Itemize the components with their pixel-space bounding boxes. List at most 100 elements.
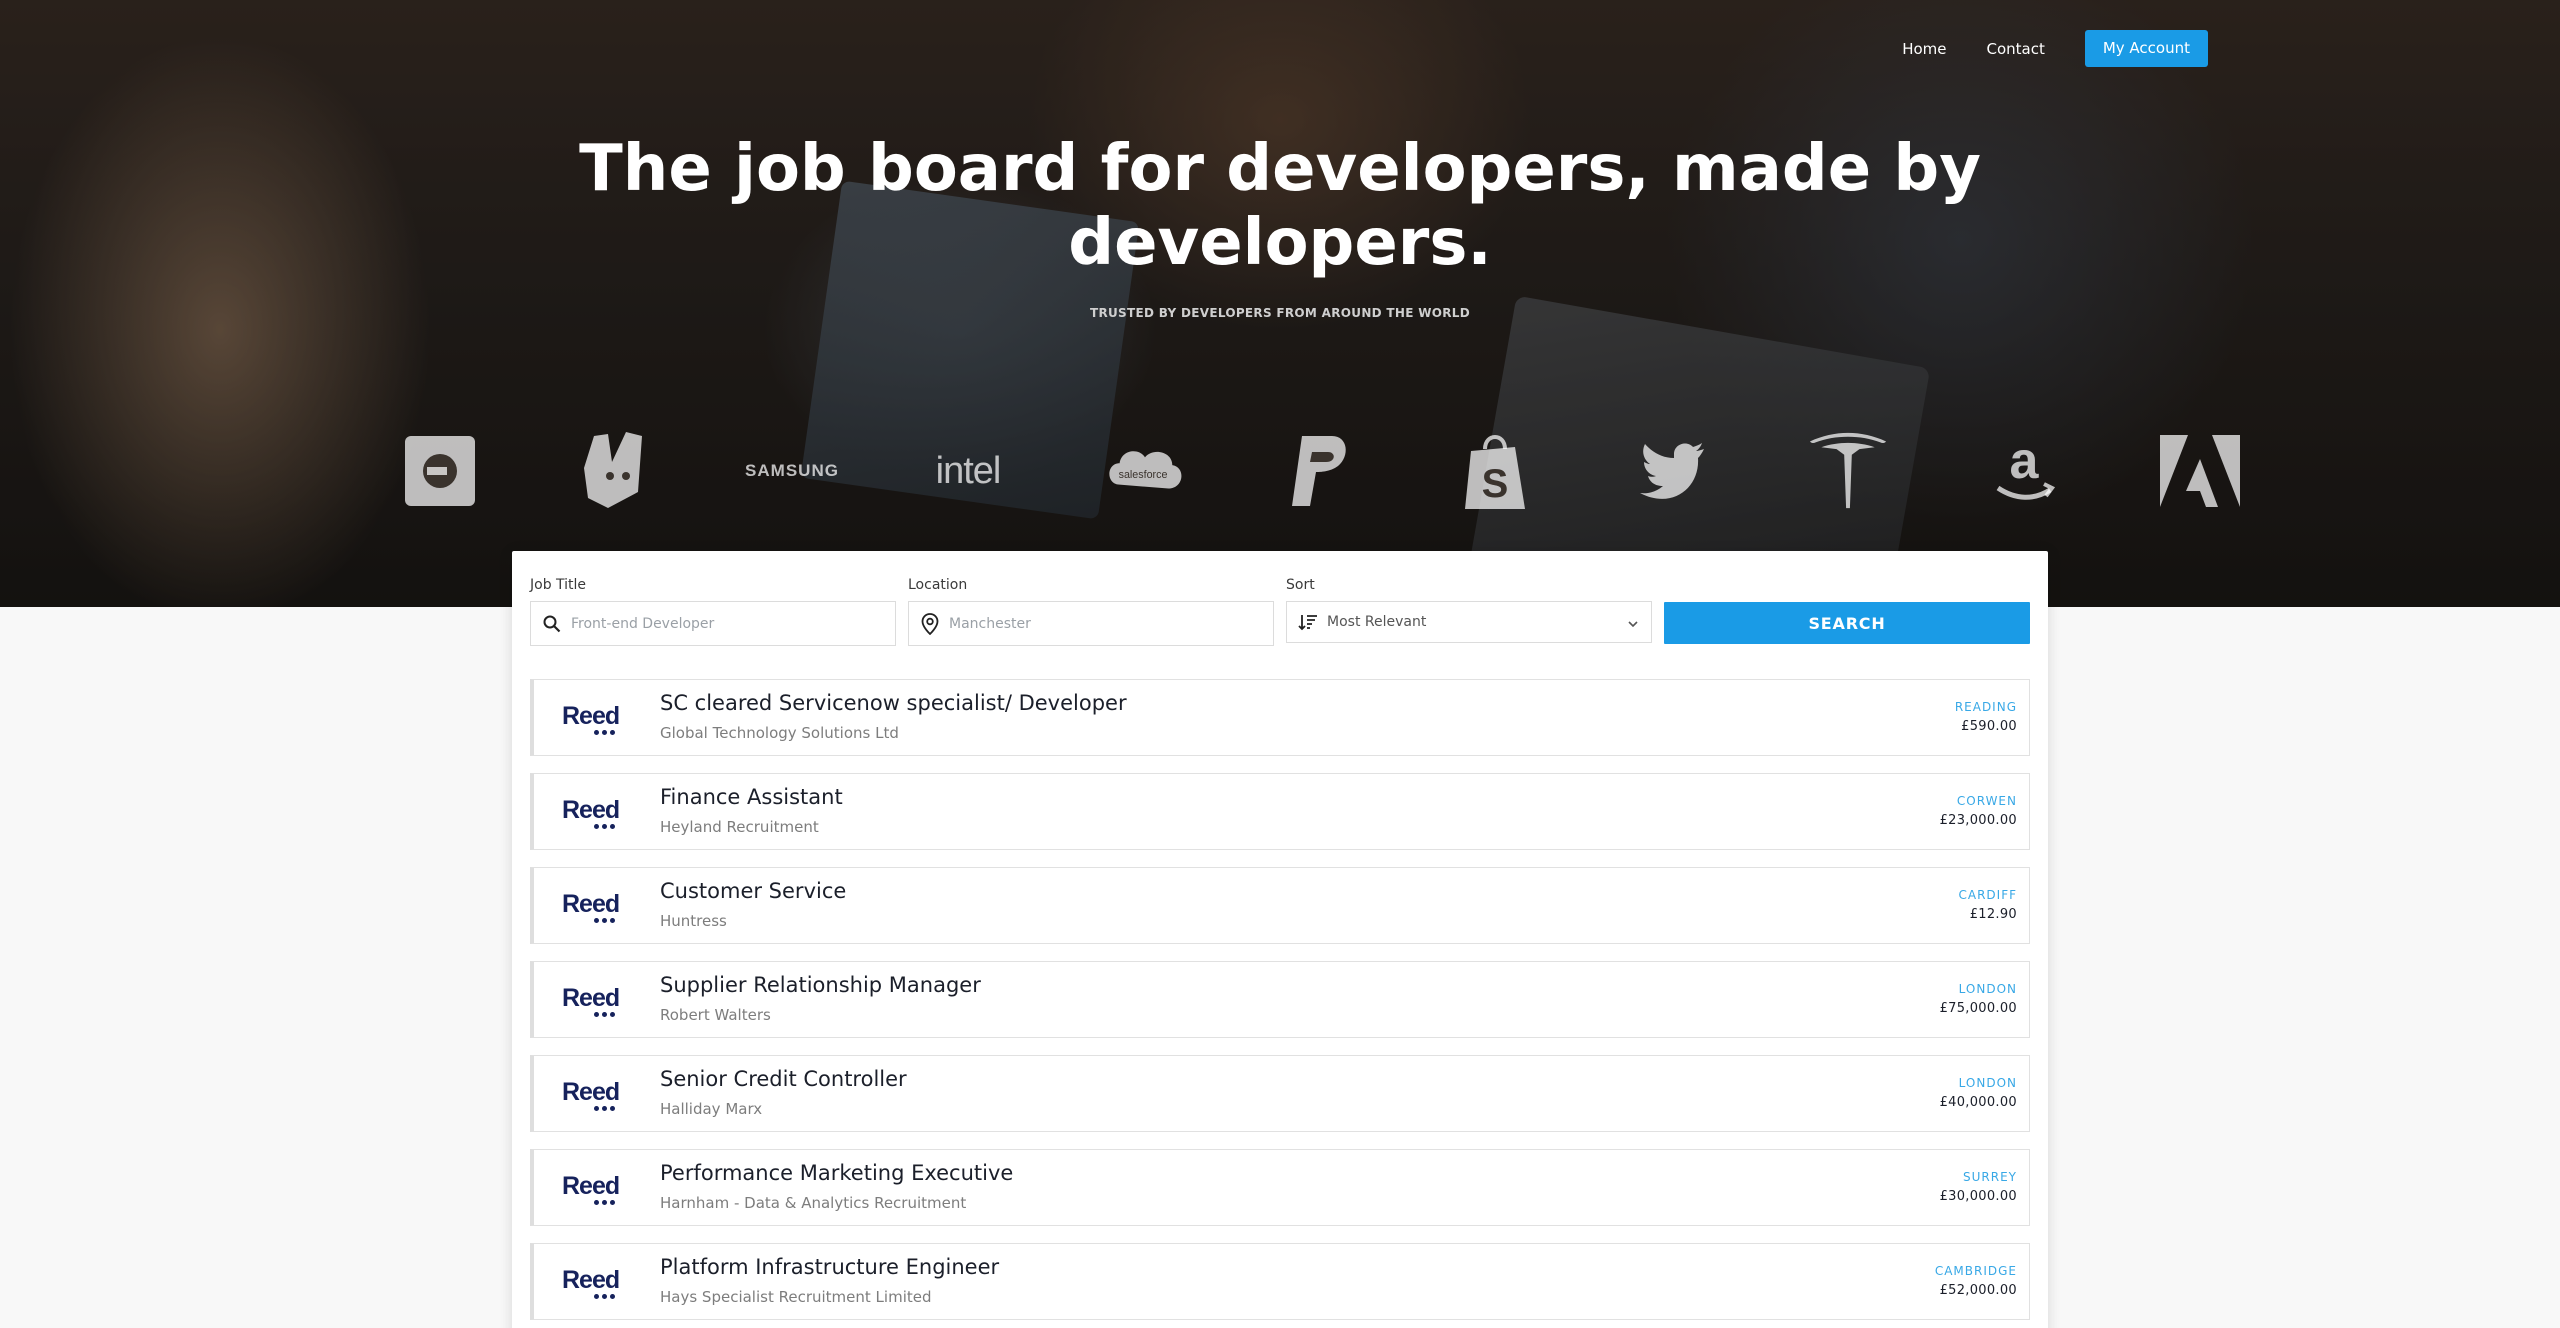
location-label: Location: [908, 577, 968, 593]
job-listing[interactable]: Reed Performance Marketing Executive Har…: [530, 1149, 2030, 1226]
reed-logo-dots: [594, 1200, 622, 1205]
reed-logo-icon: Reed: [562, 1080, 622, 1114]
sort-icon: [1297, 611, 1319, 633]
reed-logo-text: Reed: [562, 890, 620, 918]
job-title[interactable]: Platform Infrastructure Engineer: [660, 1255, 999, 1279]
location-field: Location Manchester: [908, 577, 1274, 646]
sort-select[interactable]: Most Relevant: [1286, 601, 1652, 643]
hero-title-line: The job board for developers, made by: [579, 132, 1981, 206]
reed-logo-icon: Reed: [562, 1174, 622, 1208]
job-location: CARDIFF: [1958, 888, 2017, 902]
chevron-down-icon: [1627, 613, 1639, 632]
job-company: Harnham - Data & Analytics Recruitment: [660, 1194, 967, 1212]
reed-logo-dots: [594, 918, 622, 923]
adobe-logo-icon: [2160, 432, 2240, 510]
sort-value: Most Relevant: [1327, 614, 1427, 630]
job-listing[interactable]: Reed Platform Infrastructure Engineer Ha…: [530, 1243, 2030, 1320]
company-logos: SAMSUNG intel salesforce S a: [400, 432, 2240, 510]
reed-logo-icon: Reed: [562, 704, 622, 738]
job-title-placeholder: Front-end Developer: [571, 615, 715, 632]
svg-text:S: S: [1482, 462, 1509, 506]
location-placeholder: Manchester: [949, 615, 1031, 632]
job-company: Huntress: [660, 912, 727, 930]
reed-logo-text: Reed: [562, 796, 620, 824]
hero-subtitle: TRUSTED BY DEVELOPERS FROM AROUND THE WO…: [1089, 306, 1470, 320]
intel-logo-icon: intel: [935, 449, 1002, 492]
hero-title: The job board for developers, made by de…: [0, 132, 2560, 280]
tesla-logo-icon: [1808, 432, 1888, 510]
job-location: LONDON: [1958, 1076, 2017, 1090]
reed-logo-icon: Reed: [562, 1268, 622, 1302]
reed-logo-dots: [594, 730, 622, 735]
search-form: Job Title Front-end Developer Location M…: [530, 577, 2030, 646]
job-location: CAMBRIDGE: [1934, 1264, 2017, 1278]
job-company: Global Technology Solutions Ltd: [660, 724, 899, 742]
reed-logo-text: Reed: [562, 984, 620, 1012]
job-location: READING: [1954, 700, 2017, 714]
reed-logo-icon: Reed: [562, 986, 622, 1020]
job-list: Reed SC cleared Servicenow specialist/ D…: [530, 679, 2030, 1328]
hero-title-line: developers.: [1068, 206, 1492, 280]
job-title-label: Job Title: [530, 577, 587, 593]
twitter-logo-icon: [1632, 432, 1712, 510]
reed-logo-text: Reed: [562, 1078, 620, 1106]
search-button[interactable]: SEARCH: [1664, 602, 2030, 644]
my-account-button[interactable]: My Account: [2084, 30, 2208, 67]
job-title-input[interactable]: Front-end Developer: [530, 601, 896, 646]
job-title[interactable]: Supplier Relationship Manager: [660, 973, 981, 997]
job-title[interactable]: SC cleared Servicenow specialist/ Develo…: [660, 691, 1127, 715]
job-listing[interactable]: Reed SC cleared Servicenow specialist/ D…: [530, 679, 2030, 756]
amazon-logo-icon: a: [1984, 432, 2064, 510]
job-company: Halliday Marx: [660, 1100, 763, 1118]
job-listing[interactable]: Reed Customer Service Huntress CARDIFF £…: [530, 867, 2030, 944]
job-salary: £30,000.00: [1939, 1189, 2017, 1204]
reed-logo-icon: Reed: [562, 892, 622, 926]
job-title[interactable]: Senior Credit Controller: [660, 1067, 907, 1091]
job-salary: £590.00: [1961, 719, 2017, 734]
sort-field: Sort Most Relevant: [1286, 577, 1652, 643]
job-title[interactable]: Customer Service: [660, 879, 846, 903]
job-company: Heyland Recruitment: [660, 818, 819, 836]
hero-banner: [0, 0, 2560, 607]
svg-text:salesforce: salesforce: [1119, 469, 1168, 481]
search-icon: [541, 613, 563, 635]
job-salary: £40,000.00: [1939, 1095, 2017, 1110]
reed-logo-dots: [594, 1012, 622, 1017]
job-company: Hays Specialist Recruitment Limited: [660, 1288, 932, 1306]
deliveroo-logo-icon: [576, 432, 656, 510]
nav-contact-link[interactable]: Contact: [1986, 40, 2044, 58]
nav-home-link[interactable]: Home: [1902, 40, 1946, 58]
job-salary: £12.90: [1969, 907, 2017, 922]
job-title-field: Job Title Front-end Developer: [530, 577, 896, 646]
reed-logo-text: Reed: [562, 1172, 620, 1200]
job-search-card: Job Title Front-end Developer Location M…: [512, 551, 2048, 1328]
job-listing[interactable]: Reed Senior Credit Controller Halliday M…: [530, 1055, 2030, 1132]
sort-label: Sort: [1286, 577, 1315, 593]
salesforce-logo-icon: salesforce: [1104, 432, 1184, 510]
job-salary: £23,000.00: [1939, 813, 2017, 828]
job-location: SURREY: [1963, 1170, 2017, 1184]
job-title[interactable]: Finance Assistant: [660, 785, 843, 809]
job-salary: £75,000.00: [1939, 1001, 2017, 1016]
location-input[interactable]: Manchester: [908, 601, 1274, 646]
job-salary: £52,000.00: [1939, 1283, 2017, 1298]
job-location: CORWEN: [1956, 794, 2017, 808]
job-listing[interactable]: Reed Finance Assistant Heyland Recruitme…: [530, 773, 2030, 850]
shopify-logo-icon: S: [1456, 432, 1536, 510]
job-listing[interactable]: Reed Supplier Relationship Manager Rober…: [530, 961, 2030, 1038]
top-nav: Home Contact My Account: [1902, 30, 2208, 67]
reed-logo-text: Reed: [562, 702, 620, 730]
reed-logo-text: Reed: [562, 1266, 620, 1294]
reed-logo-icon: Reed: [562, 798, 622, 832]
uber-logo-icon: [400, 432, 480, 510]
svg-text:a: a: [2010, 436, 2040, 490]
reed-logo-dots: [594, 824, 622, 829]
paypal-logo-icon: [1280, 432, 1360, 510]
reed-logo-dots: [594, 1294, 622, 1299]
reed-logo-dots: [594, 1106, 622, 1111]
map-pin-icon: [919, 612, 941, 635]
job-title[interactable]: Performance Marketing Executive: [660, 1161, 1013, 1185]
job-location: LONDON: [1958, 982, 2017, 996]
samsung-logo-icon: SAMSUNG: [745, 461, 839, 480]
job-company: Robert Walters: [660, 1006, 771, 1024]
